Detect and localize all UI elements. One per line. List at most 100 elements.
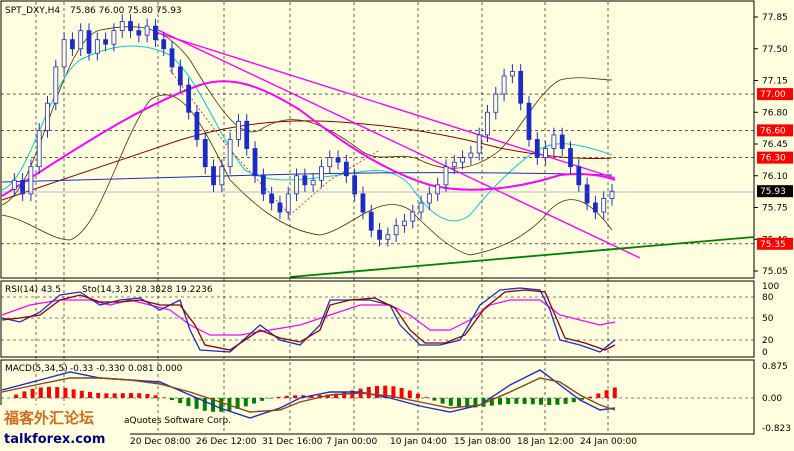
candle [260, 175, 266, 195]
macd-bar [506, 398, 511, 405]
macd-bar [563, 398, 568, 404]
macd-bar [178, 398, 183, 404]
price-mark-label: 77.00 [760, 90, 786, 100]
candle [534, 139, 540, 159]
price-mark-label: 76.30 [760, 154, 786, 164]
macd-bar [55, 387, 60, 398]
macd-bar [88, 392, 92, 398]
macd-bar [498, 398, 502, 405]
candle [393, 225, 399, 236]
candle [451, 161, 457, 168]
candle [518, 71, 524, 104]
time-tick-label: 20 Dec 08:00 [130, 437, 191, 447]
candle [468, 152, 474, 159]
candle [319, 166, 324, 181]
symbol-timeframe: SPT_DXY,H4 [5, 6, 60, 16]
macd-bar [555, 398, 560, 405]
macd-bar [424, 397, 429, 398]
candle [551, 134, 557, 149]
candle [460, 157, 465, 163]
macd-bar [407, 390, 412, 398]
candle [559, 134, 565, 149]
rsi-level-label: 80 [762, 293, 774, 303]
candle [194, 111, 200, 140]
candle [36, 129, 42, 168]
rsi-axis: 10080 50 20 0 [762, 282, 779, 358]
candle [509, 71, 515, 77]
macd-bar [63, 388, 68, 398]
candle [343, 161, 349, 177]
time-tick-label: 18 Jan 12:00 [517, 437, 574, 447]
candle [269, 193, 275, 204]
candle [153, 25, 158, 41]
macd-bar [440, 398, 445, 404]
candle [352, 175, 358, 195]
macd-bar [514, 398, 519, 404]
macd-bar [243, 398, 248, 407]
candle [161, 39, 167, 50]
macd-bar [604, 390, 609, 398]
macd-bar [399, 387, 404, 398]
macd-bar [129, 393, 133, 398]
time-tick-label: 31 Dec 16:00 [262, 437, 323, 447]
macd-bar [170, 398, 174, 401]
candle [501, 75, 507, 95]
time-tick-label: 7 Jan 00:00 [326, 437, 378, 447]
candle [543, 148, 548, 159]
price-tick-label: 76.10 [762, 172, 788, 182]
candle [128, 21, 133, 32]
macd-bar [547, 398, 552, 406]
watermark-cn: 福客外汇论坛 [3, 409, 94, 427]
time-tick-label: 24 Jan 00:00 [580, 437, 637, 447]
candle [592, 202, 598, 213]
rsi-level-label: 0 [762, 348, 768, 358]
price-mark-label: 75.93 [760, 187, 786, 197]
macd-bar [588, 396, 593, 398]
price-mark-label: 75.35 [760, 240, 786, 250]
candle [94, 39, 100, 54]
software-credit: aQuotes Software Corp. [124, 416, 231, 426]
macd-bar [596, 393, 601, 398]
candle [310, 179, 316, 186]
macd-bar [342, 392, 347, 398]
macd-bar [47, 386, 51, 398]
macd-bar [161, 397, 166, 398]
candle [169, 48, 175, 68]
macd-bar [530, 398, 535, 405]
candle [410, 211, 416, 222]
time-axis: 20 Dec 08:00 26 Dec 12:00 31 Dec 16:00 7 Ja… [130, 437, 637, 447]
macd-bar [293, 395, 297, 398]
price-axis: 77.8577.5077.1576.8076.4576.1075.7575.40… [754, 13, 788, 277]
candle [435, 184, 441, 195]
ohlc-values: 75.86 76.00 75.80 75.93 [70, 6, 182, 16]
time-tick-label: 15 Jan 08:00 [454, 437, 511, 447]
chart-canvas[interactable]: 77.8577.5077.1576.8076.4576.1075.7575.40… [0, 0, 794, 451]
macd-bar [120, 393, 125, 398]
candle [211, 166, 216, 186]
candle [385, 234, 391, 240]
macd-bar [252, 398, 256, 404]
candle [61, 39, 67, 68]
candle [227, 139, 233, 168]
candle [119, 21, 125, 32]
candle [443, 166, 449, 186]
candle [202, 139, 208, 168]
macd-bar [612, 387, 617, 398]
candle [144, 25, 150, 36]
macd-bar [30, 388, 35, 398]
candle [136, 30, 142, 36]
candle [111, 30, 117, 45]
macd-bar [38, 387, 43, 398]
candle [601, 198, 607, 213]
candle [360, 193, 366, 213]
macd-bar [186, 398, 191, 407]
candle [78, 30, 84, 50]
candle [485, 111, 490, 136]
macd-level-label: 0.875 [762, 362, 788, 372]
candle [377, 229, 382, 240]
macd-bar [457, 398, 461, 408]
macd-bar [96, 392, 101, 398]
macd-bar [219, 398, 224, 412]
rsi-level-label: 20 [762, 336, 774, 346]
macd-level-label: 0.00 [762, 394, 782, 404]
